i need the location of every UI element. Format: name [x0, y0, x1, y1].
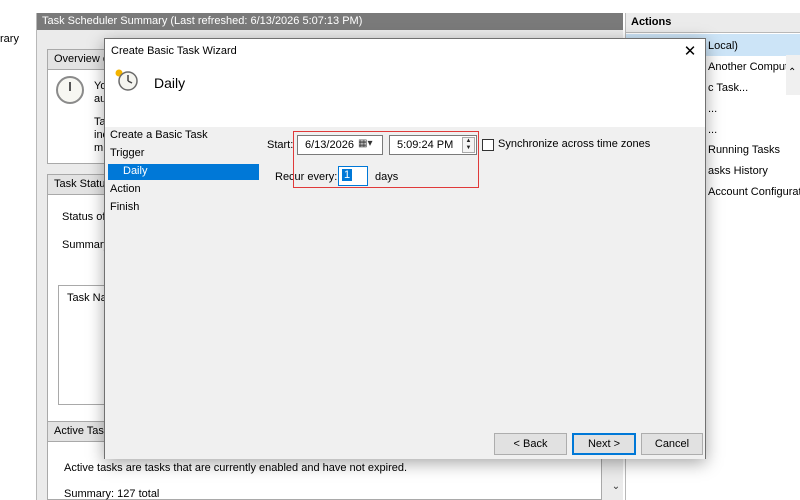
time-spinner[interactable]: ▲ ▼ [462, 137, 475, 153]
start-date-value: 6/13/2026 [305, 139, 354, 151]
step-trigger: Trigger [110, 147, 145, 159]
create-basic-task-wizard: Create Basic Task Wizard ✕ Daily Create … [104, 38, 706, 459]
action-item[interactable]: ... [708, 103, 717, 115]
tree-item-library[interactable]: rary [0, 33, 19, 45]
action-create-task[interactable]: c Task... [708, 82, 748, 94]
back-button[interactable]: < Back [494, 433, 567, 455]
next-button[interactable]: Next > [572, 433, 636, 455]
days-unit-label: days [375, 171, 399, 183]
scroll-up-icon[interactable]: ⌃ [788, 67, 796, 78]
action-account-configuration[interactable]: Account Configuration [708, 186, 800, 198]
wizard-page-heading: Daily [154, 75, 186, 91]
start-time-field[interactable]: 5:09:24 PM ▲ ▼ [389, 135, 477, 155]
console-tree: rary [0, 0, 36, 500]
summary-header: Task Scheduler Summary (Last refreshed: … [37, 13, 623, 30]
summary-label: Summary [62, 239, 110, 251]
active-tasks-summary: Summary: 127 total [64, 488, 160, 500]
synchronize-label[interactable]: Synchronize across time zones [498, 138, 650, 150]
cancel-button[interactable]: Cancel [641, 433, 703, 455]
recur-every-label: Recur every: [275, 171, 338, 183]
overview-text: m [94, 142, 104, 154]
start-time-value: 5:09:24 PM [397, 139, 454, 151]
step-create-basic-task: Create a Basic Task [110, 129, 208, 141]
step-action: Action [110, 183, 141, 195]
dialog-title: Create Basic Task Wizard [111, 45, 237, 57]
dialog-titlebar[interactable]: Create Basic Task Wizard ✕ [105, 39, 705, 63]
status-of-label: Status of [62, 211, 106, 223]
action-connect-local[interactable]: Local) [708, 40, 738, 52]
dialog-banner: Daily [105, 63, 705, 127]
scroll-down-icon[interactable]: ⌄ [609, 481, 623, 497]
close-button[interactable]: ✕ [679, 41, 701, 61]
spin-up-icon[interactable]: ▲ [463, 138, 474, 145]
step-finish: Finish [110, 201, 140, 213]
start-label: Start: [267, 139, 294, 151]
scheduled-clock-icon [115, 69, 138, 91]
recur-days-input[interactable]: 1 [338, 166, 368, 186]
step-daily: Daily [108, 164, 259, 180]
action-display-running-tasks[interactable]: Running Tasks [708, 144, 780, 156]
actions-scrollbar[interactable]: ⌃ [786, 55, 800, 95]
action-tasks-history[interactable]: asks History [708, 165, 768, 177]
action-item[interactable]: ... [708, 124, 717, 136]
synchronize-checkbox[interactable] [482, 139, 494, 151]
spin-down-icon[interactable]: ▼ [463, 145, 474, 152]
clock-icon [56, 76, 84, 104]
start-date-picker[interactable]: 6/13/2026 ▦▾ [297, 135, 383, 155]
dialog-body: Create a Basic Task Trigger Daily Action… [105, 127, 705, 459]
actions-header: Actions [626, 13, 800, 33]
calendar-dropdown-icon[interactable]: ▦▾ [358, 138, 382, 152]
recur-days-value: 1 [342, 169, 353, 181]
active-tasks-description: Active tasks are tasks that are currentl… [64, 462, 408, 474]
